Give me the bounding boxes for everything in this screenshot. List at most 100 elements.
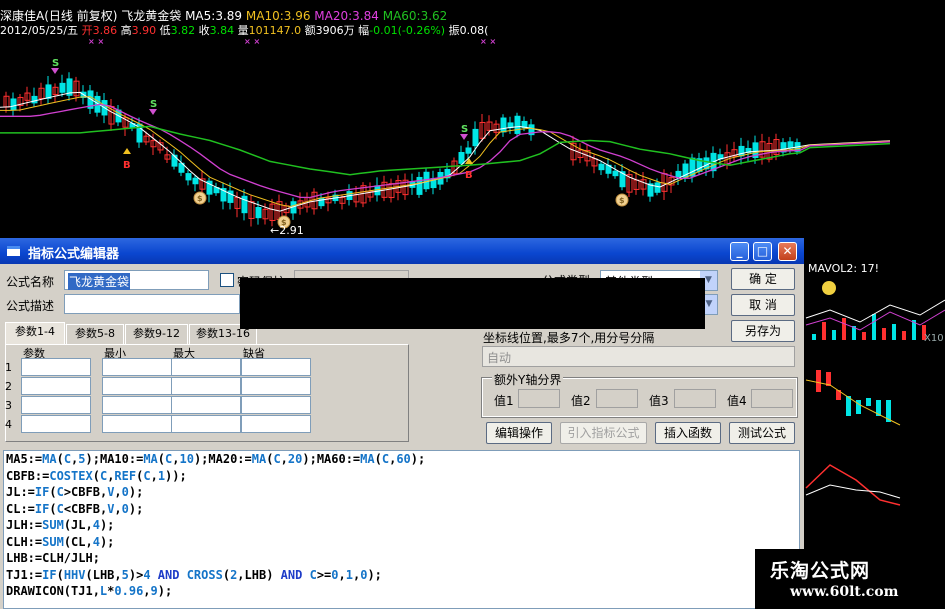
chart-header-line1: 深康佳A(日线 前复权) 飞龙黄金袋 MA5:3.89 MA10:3.96 MA…	[0, 9, 447, 24]
param-cell[interactable]	[102, 415, 172, 433]
chart-mode: (日线 前复权)	[44, 9, 118, 23]
param-cell[interactable]	[171, 415, 241, 433]
code-line: JL:=IF(C>CBFB,V,0);	[6, 484, 799, 501]
ok-button[interactable]: 确 定	[731, 268, 795, 290]
volume-value: 101147.0	[248, 24, 302, 37]
volume-bar	[882, 328, 886, 340]
val2-field[interactable]	[596, 389, 638, 408]
formula-desc-field[interactable]	[64, 294, 240, 314]
volume-bar	[892, 324, 896, 340]
close-value: 3.84	[209, 24, 235, 37]
low-label: 低	[159, 24, 171, 37]
formula-code-editor[interactable]: MA5:=MA(C,5);MA10:=MA(C,10);MA20:=MA(C,2…	[3, 450, 800, 609]
val1-field[interactable]	[518, 389, 560, 408]
maximize-button[interactable]: □	[753, 242, 772, 261]
val4-field[interactable]	[751, 389, 793, 408]
save-as-button[interactable]: 另存为	[731, 320, 795, 342]
code-token: SUM	[42, 534, 64, 549]
code-token: );	[157, 584, 173, 598]
candle-body	[675, 170, 682, 178]
tab-params-9-12[interactable]: 参数9-12	[125, 324, 188, 344]
watermark-url: www.60lt.com	[790, 584, 899, 600]
buy-signal-icon: B	[123, 160, 131, 171]
import-formula-button[interactable]: 引入指标公式	[560, 422, 647, 444]
param-row-number: 1	[5, 361, 12, 374]
code-token: >=	[316, 567, 332, 582]
code-token: CLH:=	[6, 534, 43, 549]
sell-signal-icon: S	[52, 58, 59, 69]
code-token: (	[56, 567, 64, 582]
param-cell[interactable]	[102, 358, 172, 376]
formula-name-field[interactable]: 飞龙黄金袋	[64, 270, 209, 290]
code-token: DRAWICON	[6, 584, 64, 598]
code-token: 4	[92, 518, 100, 532]
param-cell[interactable]	[171, 377, 241, 395]
amount-label: 额	[304, 24, 316, 37]
tab-params-5-8[interactable]: 参数5-8	[66, 324, 124, 344]
candle-body	[185, 173, 192, 181]
test-formula-button[interactable]: 测试公式	[729, 422, 795, 444]
code-token: (	[374, 452, 382, 466]
code-token: 20	[287, 452, 303, 466]
cross-mark: × ×	[88, 37, 104, 46]
minimize-button[interactable]: _	[730, 242, 749, 261]
x10-label: X10	[924, 333, 944, 344]
low-value: 3.82	[170, 24, 196, 37]
param-cell[interactable]	[21, 396, 91, 414]
code-token: COSTEX	[49, 468, 93, 483]
formula-name-value: 飞龙黄金袋	[68, 273, 131, 290]
close-button[interactable]: ✕	[778, 242, 797, 261]
code-token: JLH:=	[6, 518, 43, 532]
formula-desc-label: 公式描述	[6, 299, 55, 313]
volume-bar	[872, 314, 876, 340]
code-token: C	[56, 485, 64, 499]
code-token: 4	[143, 567, 151, 582]
param-cell[interactable]	[21, 415, 91, 433]
code-line: CL:=IF(C<CBFB,V,0);	[6, 501, 799, 518]
code-token: MA	[42, 452, 57, 466]
code-token: );	[99, 518, 115, 532]
val3-field[interactable]	[674, 389, 716, 408]
cancel-button[interactable]: 取 消	[731, 294, 795, 316]
amplitude-label: 振	[448, 24, 460, 37]
sell-signal-icon: S	[150, 99, 157, 110]
param-cell[interactable]	[21, 358, 91, 376]
axis-position-field[interactable]: 自动	[482, 346, 795, 367]
code-token: 1	[345, 567, 353, 582]
password-checkbox[interactable]	[220, 273, 234, 287]
code-token: 5	[78, 452, 86, 466]
code-token: )>	[128, 567, 144, 582]
param-cell[interactable]	[102, 396, 172, 414]
amplitude-value: 0.08(	[459, 24, 489, 37]
candle-body	[472, 128, 479, 147]
param-cell[interactable]	[21, 377, 91, 395]
ma20-label: MA20:	[314, 9, 353, 23]
param-cell[interactable]	[241, 358, 311, 376]
param-cell[interactable]	[102, 377, 172, 395]
param-cell[interactable]	[241, 415, 311, 433]
code-token: C	[63, 452, 72, 466]
code-token: ,	[114, 501, 122, 516]
insert-function-button[interactable]: 插入函数	[655, 422, 721, 444]
change-label: 幅	[358, 24, 370, 37]
dialog-titlebar[interactable]: 指标公式编辑器 _ □ ✕	[0, 238, 804, 264]
code-token: CBFB:=	[6, 468, 50, 483]
code-token: );	[410, 452, 426, 466]
edit-operation-button[interactable]: 编辑操作	[486, 422, 552, 444]
macd-bar	[856, 400, 861, 414]
code-token: LHB:=CLH/JLH;	[6, 551, 100, 565]
code-token: TJ1:=	[6, 567, 43, 582]
param-cell[interactable]	[241, 396, 311, 414]
param-cell[interactable]	[171, 358, 241, 376]
window-icon	[7, 246, 20, 256]
code-token: 10	[179, 452, 194, 466]
code-token: );	[128, 501, 144, 516]
param-cell[interactable]	[241, 377, 311, 395]
tab-params-1-4[interactable]: 参数1-4	[5, 322, 65, 345]
code-token: (LHB,	[85, 567, 122, 582]
code-token: (	[222, 567, 231, 582]
ma5-label: MA5:	[185, 9, 216, 23]
code-token: ,	[150, 468, 158, 483]
param-cell[interactable]	[171, 396, 241, 414]
